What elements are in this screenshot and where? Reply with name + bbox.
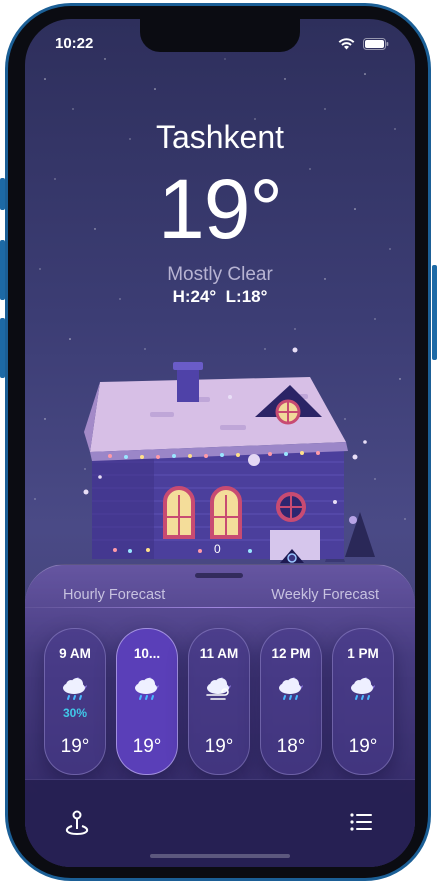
battery-icon: [363, 37, 389, 55]
hour-temperature: 19°: [204, 736, 234, 757]
list-icon: [350, 813, 372, 831]
map-pin-icon: [65, 810, 89, 836]
hour-label: 12 PM: [271, 646, 311, 661]
precipitation-chance: 30%: [62, 706, 88, 720]
hour-temperature: 18°: [276, 736, 306, 757]
cloud-moon-rain-icon: [351, 677, 375, 700]
hour-label: 10...: [133, 646, 161, 661]
house-illustration: [83, 347, 375, 563]
sheet-handle[interactable]: [195, 573, 243, 578]
high-low-temperature: H:24° L:18°: [172, 287, 268, 306]
scene-counter: 0: [214, 542, 221, 556]
hour-card-1pm[interactable]: 1 PM 19°: [332, 628, 394, 775]
tab-hourly-forecast[interactable]: Hourly Forecast: [63, 587, 165, 603]
hour-card-9am[interactable]: 9 AM 30% 19°: [44, 628, 106, 775]
tab-divider: [25, 607, 415, 608]
hour-card-10am[interactable]: 10... 19°: [116, 628, 178, 775]
cloud-moon-rain-icon: [63, 677, 87, 700]
screen: 10:22 Tashkent 19° Mostly Clear H:24° L:…: [25, 19, 415, 867]
hour-card-11am[interactable]: 11 AM 19°: [188, 628, 250, 775]
hour-temperature: 19°: [348, 736, 378, 757]
hour-temperature: 19°: [132, 736, 162, 757]
tab-weekly-forecast[interactable]: Weekly Forecast: [271, 587, 379, 603]
volume-down-button: [0, 318, 5, 378]
hour-temperature: 19°: [60, 736, 90, 757]
hour-label: 1 PM: [347, 646, 379, 661]
status-icons: [338, 37, 389, 55]
list-button[interactable]: [346, 807, 376, 837]
cloud-moon-rain-icon: [279, 677, 303, 700]
cloud-moon-rain-icon: [135, 677, 159, 700]
home-indicator[interactable]: [150, 854, 290, 858]
power-button: [432, 265, 437, 360]
hour-label: 11 AM: [199, 646, 239, 661]
action-button: [0, 178, 5, 210]
cloud-moon-wind-icon: [206, 677, 231, 700]
current-temperature: 19°: [157, 162, 283, 256]
forecast-sheet[interactable]: Hourly Forecast Weekly Forecast 9 AM 30%…: [25, 564, 415, 867]
notch: [140, 19, 300, 52]
city-name: Tashkent: [155, 119, 285, 155]
weather-condition: Mostly Clear: [167, 264, 273, 285]
status-time: 10:22: [55, 35, 94, 52]
map-button[interactable]: [62, 807, 92, 837]
hour-label: 9 AM: [59, 646, 91, 661]
volume-up-button: [0, 240, 5, 300]
hour-card-12pm[interactable]: 12 PM 18°: [260, 628, 322, 775]
wifi-icon: [338, 37, 355, 55]
